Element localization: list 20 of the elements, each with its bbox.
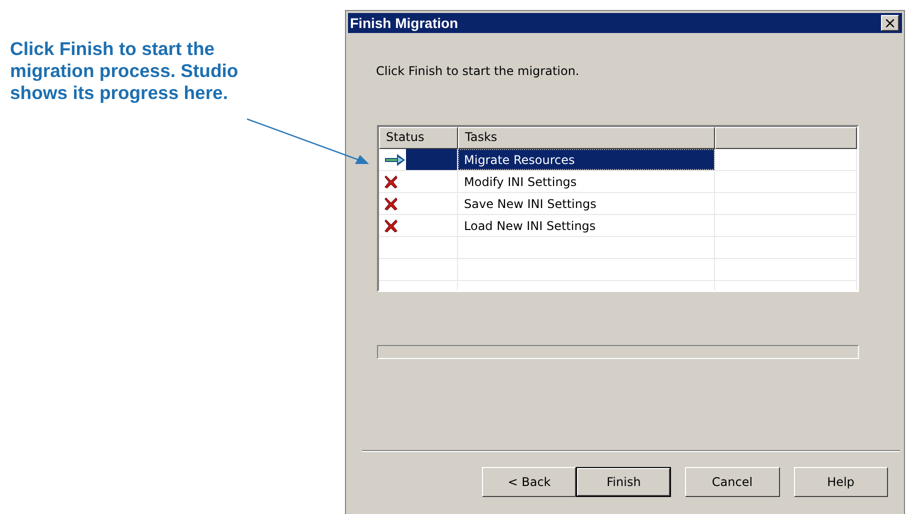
instruction-text: Click Finish to start the migration.: [376, 64, 580, 78]
dialog-button[interactable]: Cancel: [685, 467, 780, 497]
table-cell: Load New INI Settings: [464, 218, 596, 232]
column-header[interactable]: Status: [379, 127, 458, 149]
table-cell: Save New INI Settings: [464, 196, 596, 210]
column-header[interactable]: [715, 127, 857, 149]
dialog-button[interactable]: Help: [794, 467, 888, 497]
callout-text: Click Finish to start the migration process. Studio shows its progress here.: [10, 38, 240, 104]
table-row[interactable]: [379, 237, 857, 259]
table-row[interactable]: [379, 259, 857, 281]
table-row[interactable]: Save New INI Settings: [379, 193, 857, 215]
table-row[interactable]: Modify INI Settings: [379, 171, 857, 193]
table-cell: Migrate Resources: [464, 152, 575, 166]
window-title: Finish Migration: [350, 15, 458, 31]
dialog-button[interactable]: Finish: [576, 467, 672, 497]
close-button[interactable]: ×: [881, 15, 899, 31]
table-row[interactable]: Load New INI Settings: [379, 215, 857, 237]
table-cell: Modify INI Settings: [464, 174, 577, 188]
column-header[interactable]: Tasks: [458, 127, 715, 149]
dialog-button[interactable]: < Back: [482, 467, 576, 497]
